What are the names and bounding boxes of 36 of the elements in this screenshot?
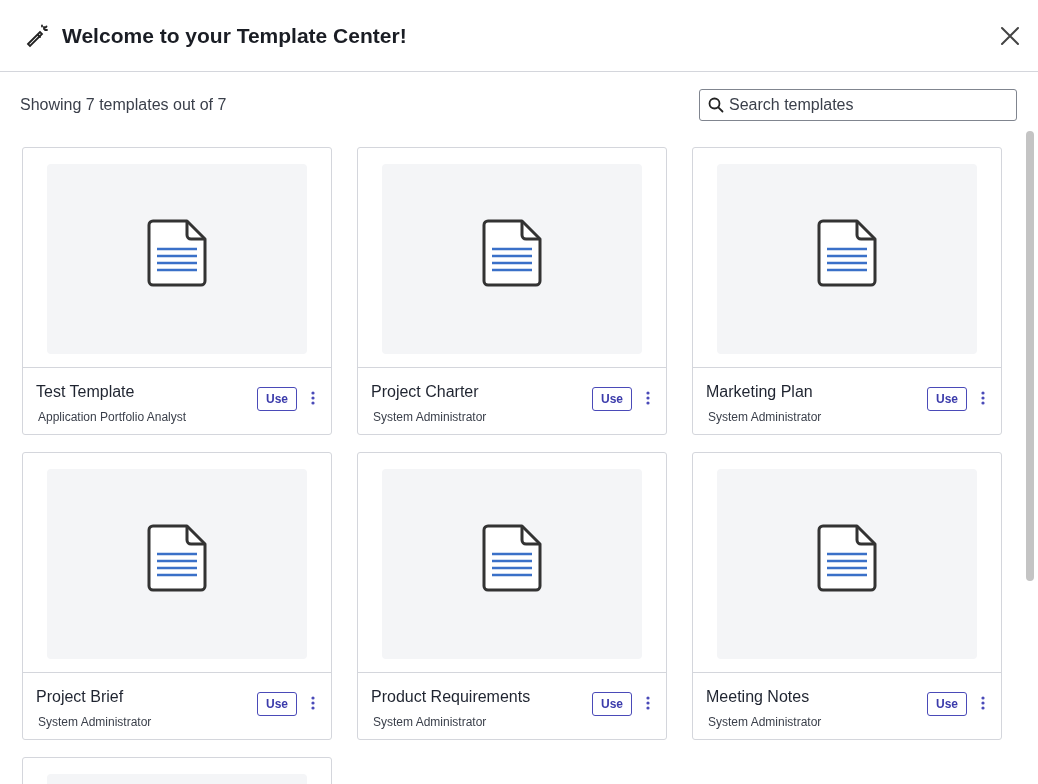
template-card[interactable]: Meeting Notes System Administrator Use (692, 452, 1002, 740)
template-card[interactable]: Project Brief System Administrator Use (22, 452, 332, 740)
use-button[interactable]: Use (592, 692, 632, 716)
search-field[interactable]: Search templates (699, 88, 1017, 121)
template-author: System Administrator (708, 410, 823, 424)
document-icon (817, 524, 877, 592)
document-icon (482, 219, 542, 287)
template-author: System Administrator (708, 715, 823, 729)
dialog-title: Welcome to your Template Center! (62, 23, 408, 48)
use-button[interactable]: Use (592, 387, 632, 411)
template-card[interactable]: Project Charter System Administrator Use (357, 147, 667, 435)
use-button[interactable]: Use (927, 692, 967, 716)
template-author: System Administrator (373, 715, 488, 729)
template-title: Meeting Notes (706, 688, 811, 706)
close-icon[interactable] (1000, 25, 1020, 46)
template-author: System Administrator (373, 410, 488, 424)
use-button[interactable]: Use (257, 692, 297, 716)
use-button[interactable]: Use (927, 387, 967, 411)
template-title: Marketing Plan (706, 383, 814, 401)
template-author: System Administrator (38, 715, 153, 729)
document-icon (147, 524, 207, 592)
results-count: Showing 7 templates out of 7 (20, 95, 227, 114)
template-author: Application Portfolio Analyst (38, 410, 188, 424)
scrollbar[interactable] (1026, 131, 1034, 581)
template-card[interactable]: Test Template Application Portfolio Analyst Use (22, 147, 332, 435)
document-icon (482, 524, 542, 592)
template-card[interactable]: Marketing Plan System Administrator Use (692, 147, 1002, 435)
template-title: Project Brief (36, 688, 125, 706)
template-title: Test Template (36, 383, 136, 401)
magic-wand-icon (25, 23, 49, 48)
document-icon (817, 219, 877, 287)
template-card[interactable]: Product Requirements System Administrator Use (357, 452, 667, 740)
template-title: Product Requirements (371, 688, 532, 706)
template-title: Project Charter (371, 383, 480, 401)
document-icon (147, 219, 207, 287)
use-button[interactable]: Use (257, 387, 297, 411)
